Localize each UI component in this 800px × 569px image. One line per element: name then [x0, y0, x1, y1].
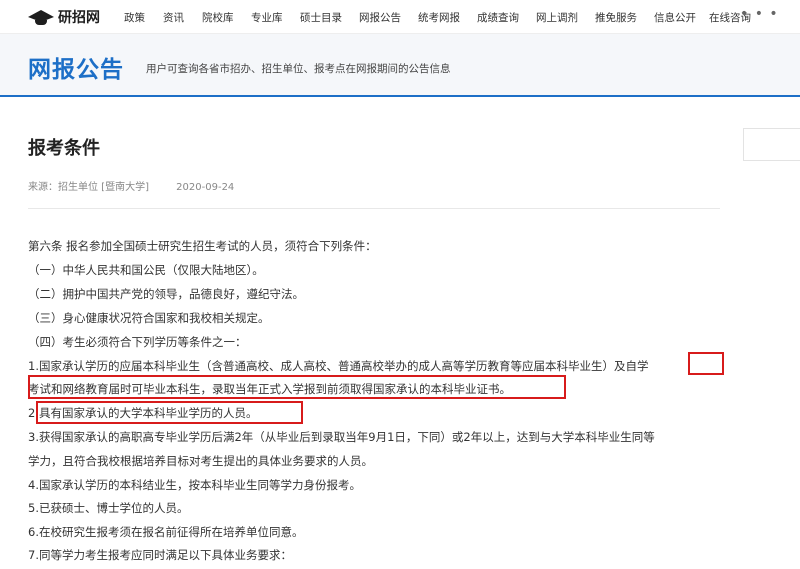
nav-item-policy[interactable]: 政策	[124, 10, 163, 25]
article-line: 5.已获硕士、博士学位的人员。	[28, 501, 189, 515]
nav-item-schools[interactable]: 院校库	[202, 10, 251, 25]
highlight-box	[28, 375, 566, 399]
article-title: 报考条件	[28, 138, 100, 159]
nav-item-scores[interactable]: 成绩查询	[477, 10, 536, 25]
nav-item-adjustment[interactable]: 网上调剂	[536, 10, 595, 25]
nav-item-recommendation[interactable]: 推免服务	[595, 10, 654, 25]
page-header-title: 网报公告	[28, 57, 124, 83]
side-panel	[743, 128, 800, 161]
nav-item-catalog[interactable]: 硕士目录	[300, 10, 359, 25]
nav-item-registration[interactable]: 统考网报	[418, 10, 477, 25]
article-line: 学力，且符合我校根据培养目标对考生提出的具体业务要求的人员。	[28, 454, 373, 468]
site-logo[interactable]: 研招网	[28, 7, 100, 27]
article-line: 7.同等学力考生报考应同时满足以下具体业务要求：	[28, 548, 292, 562]
article-line: （四）考生必须符合下列学历等条件之一：	[28, 335, 247, 349]
article-line: （一）中华人民共和国公民（仅限大陆地区）。	[28, 263, 264, 277]
more-menu-icon[interactable]: • • •	[740, 6, 779, 22]
nav-item-disclosure[interactable]: 信息公开	[654, 10, 709, 25]
article-line: 第六条 报名参加全国硕士研究生招生考试的人员，须符合下列条件：	[28, 239, 377, 253]
article-meta: 来源：招生单位 [暨南大学] 2020-09-24	[28, 178, 234, 193]
article-line: 4.国家承认学历的本科结业生，按本科毕业生同等学力身份报考。	[28, 478, 361, 492]
nav-item-majors[interactable]: 专业库	[251, 10, 300, 25]
graduation-cap-icon	[28, 8, 54, 26]
article-line: 1.国家承认学历的应届本科毕业生（含普通高校、成人高校、普通高校举办的成人高等学…	[28, 359, 649, 373]
highlight-box	[688, 352, 724, 375]
article-line: （二）拥护中国共产党的领导，品德良好，遵纪守法。	[28, 287, 304, 301]
article-line: （三）身心健康状况符合国家和我校相关规定。	[28, 311, 270, 325]
highlight-box	[36, 401, 303, 424]
page-header: 网报公告 用户可查询各省市招办、招生单位、报考点在网报期间的公告信息	[0, 34, 800, 97]
article-line: 3.获得国家承认的高职高专毕业学历后满2年（从毕业后到录取当年9月1日，下同）或…	[28, 430, 655, 444]
page-header-subtitle: 用户可查询各省市招办、招生单位、报考点在网报期间的公告信息	[146, 63, 451, 75]
divider	[28, 208, 720, 209]
article-source: 来源：招生单位 [暨南大学]	[28, 182, 149, 193]
nav-menu: 政策 资讯 院校库 专业库 硕士目录 网报公告 统考网报 成绩查询 网上调剂 推…	[124, 10, 764, 25]
logo-text: 研招网	[58, 10, 100, 26]
article-line: 6.在校研究生报考须在报名前征得所在培养单位同意。	[28, 525, 304, 539]
nav-item-announcements[interactable]: 网报公告	[359, 10, 418, 25]
article-date: 2020-09-24	[176, 182, 235, 193]
top-nav: 研招网 政策 资讯 院校库 专业库 硕士目录 网报公告 统考网报 成绩查询 网上…	[0, 0, 800, 34]
nav-item-news[interactable]: 资讯	[163, 10, 202, 25]
